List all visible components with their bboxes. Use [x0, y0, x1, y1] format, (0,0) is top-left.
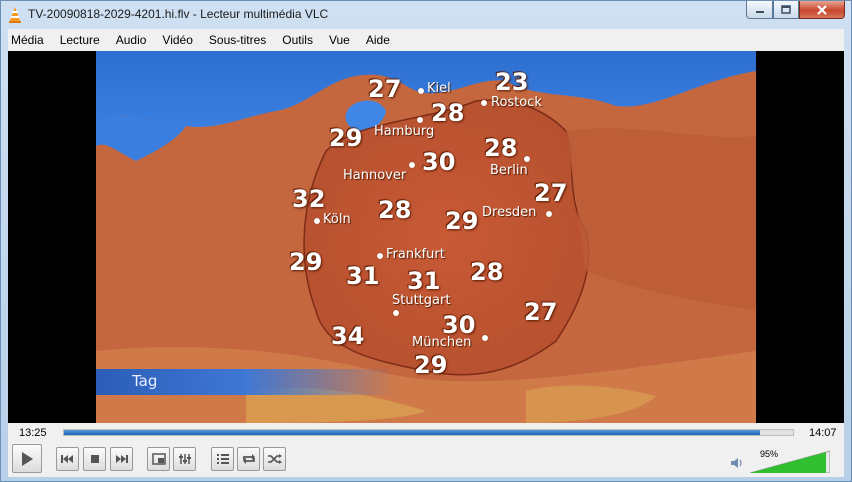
stuttgart-dot — [393, 310, 399, 316]
play-icon — [22, 451, 33, 466]
berlin-dot — [524, 156, 530, 162]
temperature-east: 28 — [470, 258, 504, 286]
temperature-west: 29 — [289, 248, 323, 276]
window-controls — [746, 1, 845, 21]
weather-map: 27 23 28 29 30 28 32 27 28 29 29 31 31 2… — [96, 51, 756, 423]
hannover-dot — [409, 162, 415, 168]
playlist-button[interactable] — [211, 447, 234, 471]
speaker-icon[interactable] — [730, 457, 744, 469]
control-panel: 13:25 14:07 95% — [8, 423, 844, 477]
city-berlin: Berlin — [490, 163, 528, 178]
menu-tools[interactable]: Outils — [274, 33, 321, 47]
temperature-southwest: 34 — [331, 322, 365, 350]
play-button[interactable] — [12, 444, 42, 473]
menu-subtitles[interactable]: Sous-titres — [201, 33, 274, 47]
temperature-frankfurt-east: 31 — [407, 267, 441, 295]
temperature-dresden: 27 — [534, 179, 568, 207]
shuffle-icon — [267, 454, 282, 464]
city-stuttgart: Stuttgart — [392, 293, 451, 308]
temperature-center: 28 — [378, 196, 412, 224]
city-frankfurt: Frankfurt — [386, 247, 445, 262]
vlc-cone-icon — [9, 7, 21, 23]
menu-bar: Média Lecture Audio Vidéo Sous-titres Ou… — [8, 29, 844, 52]
maximize-button[interactable] — [773, 1, 799, 19]
playlist-icon — [216, 454, 229, 464]
vlc-window: TV-20090818-2029-4201.hi.flv - Lecteur m… — [0, 0, 852, 482]
tag-banner: Tag — [96, 369, 396, 395]
menu-audio[interactable]: Audio — [108, 33, 155, 47]
rostock-dot — [481, 100, 487, 106]
temperature-southeast: 27 — [524, 298, 558, 326]
next-icon — [116, 455, 128, 463]
temperature-west-coast: 29 — [329, 124, 363, 152]
fullscreen-button[interactable] — [147, 447, 170, 471]
koeln-dot — [314, 218, 320, 224]
city-rostock: Rostock — [491, 95, 542, 110]
tag-label: Tag — [132, 372, 158, 390]
temperature-frankfurt-area: 31 — [346, 262, 380, 290]
maximize-icon — [781, 5, 791, 14]
city-hannover: Hannover — [343, 168, 407, 183]
seek-slider[interactable] — [63, 429, 794, 436]
loop-icon — [242, 454, 255, 464]
frankfurt-dot — [377, 253, 383, 259]
title-bar[interactable]: TV-20090818-2029-4201.hi.flv - Lecteur m… — [1, 1, 851, 29]
previous-icon — [61, 455, 73, 463]
city-muenchen: München — [412, 335, 472, 350]
city-kiel: Kiel — [427, 81, 451, 96]
temperature-hamburg: 28 — [431, 99, 465, 127]
extended-settings-button[interactable] — [173, 447, 196, 471]
temperature-berlin: 28 — [484, 134, 518, 162]
stop-icon — [90, 455, 99, 463]
stop-button[interactable] — [83, 447, 106, 471]
city-koeln: Köln — [323, 212, 351, 227]
temperature-rostock: 23 — [495, 68, 529, 96]
menu-view[interactable]: Vue — [321, 33, 358, 47]
video-display[interactable]: 27 23 28 29 30 28 32 27 28 29 29 31 31 2… — [8, 51, 844, 423]
temperature-koeln: 32 — [292, 185, 326, 213]
elapsed-time[interactable]: 13:25 — [19, 427, 47, 439]
minimize-icon — [755, 10, 764, 13]
hamburg-dot — [417, 117, 423, 123]
city-dresden: Dresden — [482, 205, 537, 220]
random-button[interactable] — [263, 447, 286, 471]
temperature-kiel: 27 — [368, 75, 402, 103]
total-time[interactable]: 14:07 — [809, 427, 837, 439]
fullscreen-icon — [151, 453, 166, 465]
temperature-hannover: 30 — [422, 148, 456, 176]
dresden-dot — [546, 211, 552, 217]
muenchen-dot — [482, 335, 488, 341]
close-icon — [817, 4, 827, 15]
volume-slider[interactable] — [750, 449, 830, 473]
seek-progress — [64, 430, 761, 435]
menu-lecture[interactable]: Lecture — [52, 33, 108, 47]
menu-media[interactable]: Média — [8, 33, 52, 47]
loop-button[interactable] — [237, 447, 260, 471]
minimize-button[interactable] — [746, 1, 773, 19]
temperature-east-center: 29 — [445, 207, 479, 235]
next-button[interactable] — [110, 447, 133, 471]
close-button[interactable] — [799, 1, 845, 19]
menu-help[interactable]: Aide — [358, 33, 398, 47]
window-title: TV-20090818-2029-4201.hi.flv - Lecteur m… — [28, 7, 329, 21]
extended-settings-icon — [178, 454, 191, 464]
menu-video[interactable]: Vidéo — [154, 33, 200, 47]
temperature-south: 29 — [414, 351, 448, 379]
kiel-dot — [418, 88, 424, 94]
previous-button[interactable] — [56, 447, 79, 471]
city-hamburg: Hamburg — [374, 124, 435, 139]
